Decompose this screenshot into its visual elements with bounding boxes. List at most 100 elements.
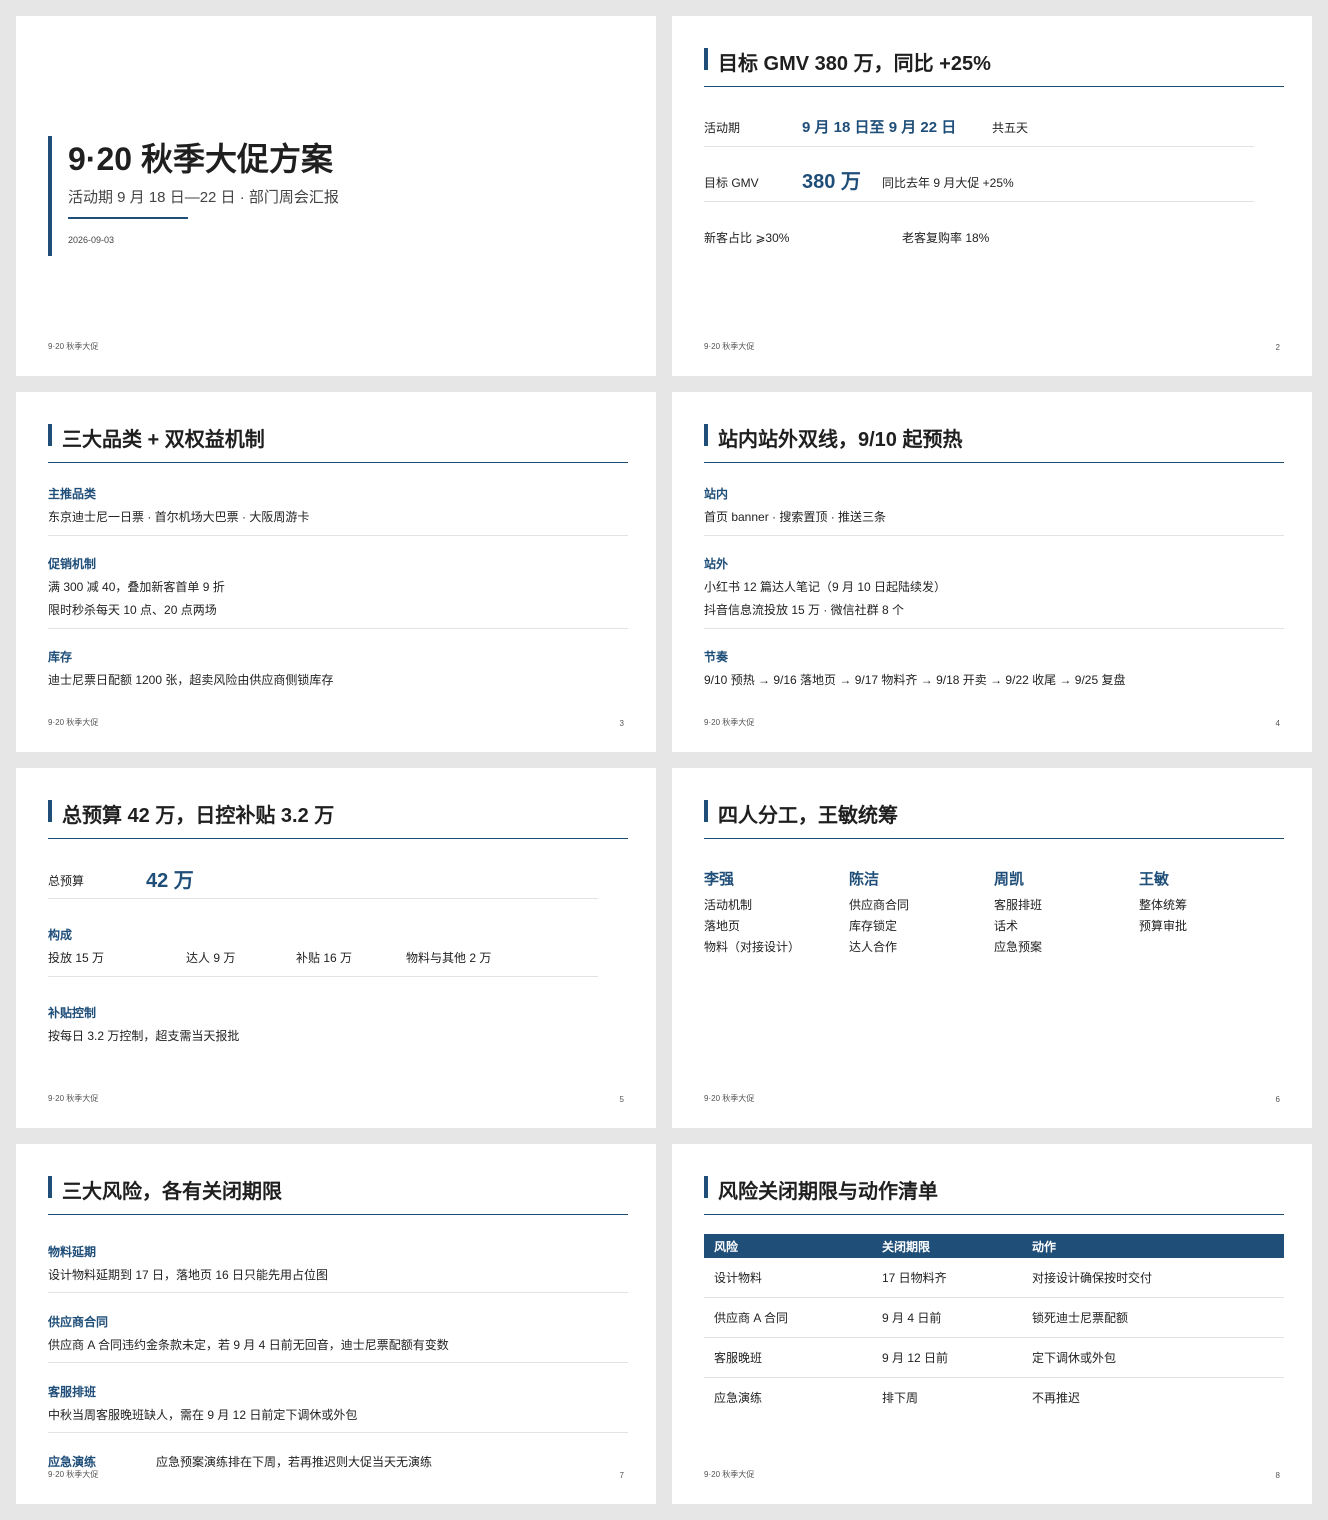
composition-item: 投放 15 万 bbox=[48, 951, 105, 965]
person-task: 预算审批 bbox=[1139, 919, 1188, 933]
page-number: 4 bbox=[1275, 719, 1280, 728]
composition-item: 达人 9 万 bbox=[186, 951, 236, 965]
person-task: 物料（对接设计） bbox=[704, 940, 801, 954]
slide-title: 四人分工，王敏统筹 bbox=[718, 805, 898, 827]
slide-title-block: 站内站外双线，9/10 起预热 bbox=[704, 424, 1284, 463]
slide-title-block: 风险关闭期限与动作清单 bbox=[704, 1176, 1284, 1215]
person-name: 陈洁 bbox=[849, 871, 880, 888]
new-customer-ratio: 新客占比 ⩾30% bbox=[704, 231, 790, 245]
slide-4-channels: 站内站外双线，9/10 起预热 站内 首页 banner · 搜索置顶 · 推送… bbox=[672, 392, 1312, 752]
divider bbox=[48, 976, 598, 977]
title-accent-bar bbox=[704, 424, 708, 446]
risk-text: 供应商 A 合同违约金条款未定，若 9 月 4 日前无回音，迪士尼票配额有变数 bbox=[48, 1338, 449, 1352]
table-cell: 9 月 12 日前 bbox=[872, 1337, 1022, 1378]
gmv-value: 380 万 bbox=[802, 171, 861, 193]
risk-label: 客服排班 bbox=[48, 1385, 97, 1399]
section-label: 站内 bbox=[704, 487, 729, 501]
page-number: 6 bbox=[1275, 1095, 1280, 1104]
divider bbox=[704, 146, 1254, 147]
repurchase-rate: 老客复购率 18% bbox=[902, 231, 990, 245]
gmv-label: 目标 GMV bbox=[704, 176, 759, 190]
cover-date: 2026-09-03 bbox=[68, 235, 115, 245]
risk-text: 应急预案演练排在下周，若再推迟则大促当天无演练 bbox=[156, 1455, 433, 1469]
slide-title: 总预算 42 万，日控补贴 3.2 万 bbox=[62, 805, 335, 827]
slide-title: 三大风险，各有关闭期限 bbox=[62, 1181, 282, 1203]
divider bbox=[704, 628, 1284, 629]
section-label: 库存 bbox=[48, 650, 73, 664]
title-accent-bar bbox=[704, 48, 708, 70]
slide-title-block: 三大风险，各有关闭期限 bbox=[48, 1176, 628, 1215]
divider bbox=[48, 535, 628, 536]
budget-value: 42 万 bbox=[146, 870, 194, 892]
section-line: 抖音信息流投放 15 万 · 微信社群 8 个 bbox=[704, 603, 905, 617]
column-header: 动作 bbox=[1022, 1234, 1284, 1258]
cover-underline bbox=[68, 217, 188, 219]
composition-label: 构成 bbox=[48, 928, 73, 942]
table-cell: 客服晚班 bbox=[704, 1337, 872, 1378]
page-number: 8 bbox=[1275, 1471, 1280, 1480]
slide-footer: 9·20 秋季大促 bbox=[48, 1470, 99, 1479]
budget-label: 总预算 bbox=[48, 874, 85, 888]
risk-label: 物料延期 bbox=[48, 1245, 97, 1259]
risk-text: 设计物料延期到 17 日，落地页 16 日只能先用占位图 bbox=[48, 1268, 329, 1282]
table-cell: 定下调休或外包 bbox=[1022, 1337, 1284, 1378]
table-cell: 排下周 bbox=[882, 1391, 919, 1405]
page-number: 5 bbox=[619, 1095, 624, 1104]
control-label: 补贴控制 bbox=[48, 1006, 97, 1020]
title-accent-bar bbox=[48, 800, 52, 822]
divider bbox=[48, 1432, 628, 1433]
table-row: 设计物料 17 日物料齐 对接设计确保按时交付 bbox=[704, 1258, 1284, 1298]
slide-footer: 9·20 秋季大促 bbox=[704, 1094, 755, 1103]
table-cell: 9 月 4 日前 bbox=[872, 1297, 1022, 1338]
section-line: 限时秒杀每天 10 点、20 点两场 bbox=[48, 603, 217, 617]
slide-1-cover: 9·20 秋季大促方案 活动期 9 月 18 日—22 日 · 部门周会汇报 2… bbox=[16, 16, 656, 376]
period-label: 活动期 bbox=[704, 121, 741, 135]
slide-title: 目标 GMV 380 万，同比 +25% bbox=[718, 53, 991, 75]
divider bbox=[48, 1292, 628, 1293]
slide-6-team: 四人分工，王敏统筹 李强 活动机制 落地页 物料（对接设计） 陈洁 供应商合同 … bbox=[672, 768, 1312, 1128]
timeline-line: 9/10 预热 → 9/16 落地页 → 9/17 物料齐 → 9/18 开卖 … bbox=[704, 673, 1126, 687]
cover-title: 9·20 秋季大促方案 bbox=[68, 141, 333, 177]
section-label: 站外 bbox=[704, 557, 729, 571]
section-line: 小红书 12 篇达人笔记（9 月 10 日起陆续发） bbox=[704, 580, 947, 594]
person-name: 王敏 bbox=[1139, 871, 1170, 888]
risk-label: 供应商合同 bbox=[48, 1315, 109, 1329]
slide-title: 三大品类 + 双权益机制 bbox=[62, 429, 265, 451]
person-task: 应急预案 bbox=[994, 940, 1043, 954]
period-value: 9 月 18 日至 9 月 22 日 bbox=[802, 119, 957, 136]
column-header: 关闭期限 bbox=[872, 1234, 1022, 1258]
slide-8-action-table: 风险关闭期限与动作清单 风险 关闭期限 动作 设计物料 17 日物料齐 对接设计… bbox=[672, 1144, 1312, 1504]
section-line: 首页 banner · 搜索置顶 · 推送三条 bbox=[704, 510, 887, 524]
title-accent-bar bbox=[704, 800, 708, 822]
title-accent-bar bbox=[48, 1176, 52, 1198]
person-task: 话术 bbox=[994, 919, 1019, 933]
slide-footer: 9·20 秋季大促 bbox=[48, 1094, 99, 1103]
table-cell: 17 日物料齐 bbox=[872, 1258, 1022, 1298]
section-line: 东京迪士尼一日票 · 首尔机场大巴票 · 大阪周游卡 bbox=[48, 510, 310, 524]
slide-title-block: 总预算 42 万，日控补贴 3.2 万 bbox=[48, 800, 628, 839]
gmv-note: 同比去年 9 月大促 +25% bbox=[882, 176, 1014, 190]
risk-label: 应急演练 bbox=[48, 1455, 97, 1469]
title-accent-bar bbox=[704, 1176, 708, 1198]
person-task: 库存锁定 bbox=[849, 919, 898, 933]
slide-title-block: 四人分工，王敏统筹 bbox=[704, 800, 1284, 839]
slide-3-categories: 三大品类 + 双权益机制 主推品类 东京迪士尼一日票 · 首尔机场大巴票 · 大… bbox=[16, 392, 656, 752]
slide-7-risks: 三大风险，各有关闭期限 物料延期 设计物料延期到 17 日，落地页 16 日只能… bbox=[16, 1144, 656, 1504]
slide-footer: 9·20 秋季大促 bbox=[704, 342, 755, 351]
section-label: 促销机制 bbox=[48, 557, 97, 571]
slide-footer: 9·20 秋季大促 bbox=[48, 718, 99, 727]
section-label: 节奏 bbox=[704, 650, 729, 664]
table-cell: 供应商 A 合同 bbox=[704, 1297, 872, 1338]
risk-text: 中秋当周客服晚班缺人，需在 9 月 12 日前定下调休或外包 bbox=[48, 1408, 358, 1422]
accent-bar bbox=[48, 136, 52, 256]
slide-footer: 9·20 秋季大促 bbox=[704, 718, 755, 727]
divider bbox=[704, 201, 1254, 202]
person-task: 客服排班 bbox=[994, 898, 1043, 912]
divider bbox=[48, 898, 598, 899]
table-cell: 锁死迪士尼票配额 bbox=[1022, 1297, 1284, 1338]
table-row: 应急演练 排下周 不再推迟 bbox=[704, 1378, 1284, 1418]
section-line: 满 300 减 40，叠加新客首单 9 折 bbox=[48, 580, 225, 594]
table-cell: 应急演练 bbox=[714, 1391, 763, 1405]
column-header: 风险 bbox=[704, 1234, 872, 1258]
person-task: 整体统筹 bbox=[1139, 898, 1188, 912]
